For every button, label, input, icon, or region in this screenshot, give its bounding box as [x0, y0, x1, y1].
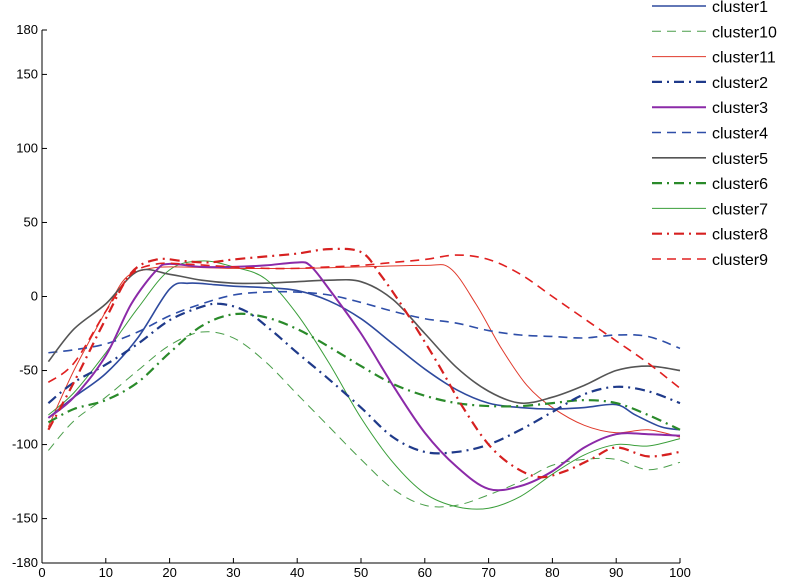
series-line-cluster3 — [47, 261, 681, 492]
y-tick-label: 150 — [16, 66, 38, 81]
y-tick-label: 0 — [31, 289, 38, 304]
x-tick-label: 0 — [38, 565, 45, 577]
legend-label-cluster5: cluster5 — [712, 151, 768, 168]
series-line-cluster10 — [48, 331, 681, 508]
y-tick-label: -180 — [12, 555, 38, 570]
series-line-cluster2 — [47, 302, 681, 455]
legend-label-cluster9: cluster9 — [712, 252, 768, 269]
x-tick-label: 70 — [481, 565, 495, 577]
legend-label-cluster4: cluster4 — [712, 126, 768, 143]
x-tick-label: 40 — [290, 565, 304, 577]
legend-label-cluster3: cluster3 — [712, 100, 768, 117]
x-tick-label: 50 — [354, 565, 368, 577]
y-tick-label: 100 — [16, 140, 38, 155]
x-tick-label: 10 — [99, 565, 113, 577]
y-tick-label: 180 — [16, 22, 38, 37]
x-tick-label: 80 — [545, 565, 559, 577]
legend: cluster1 cluster10 cluster11 cluster2 cluste… — [652, 0, 777, 269]
x-tick-label: 90 — [609, 565, 623, 577]
legend-label-cluster7: cluster7 — [712, 201, 768, 218]
series-line-cluster1 — [47, 282, 681, 431]
y-tick-label: 50 — [24, 214, 38, 229]
y-tick-label: -50 — [19, 363, 38, 378]
legend-label-cluster11: cluster11 — [712, 50, 776, 67]
legend-label-cluster10: cluster10 — [712, 24, 777, 41]
legend-label-cluster1: cluster1 — [712, 0, 768, 16]
y-tick-label: -150 — [12, 511, 38, 526]
legend-label-cluster6: cluster6 — [712, 176, 768, 193]
x-tick-label: 30 — [226, 565, 240, 577]
x-tick-label: 60 — [418, 565, 432, 577]
x-tick-label: 20 — [162, 565, 176, 577]
series-line-cluster5 — [47, 268, 681, 405]
line-chart: 180150100500-50-100-150-1800 10 20 30 40 50 60… — [12, 0, 777, 577]
legend-label-cluster2: cluster2 — [712, 75, 768, 92]
series-layer — [47, 247, 681, 510]
y-tick-label: -100 — [12, 437, 38, 452]
x-tick-label: 100 — [669, 565, 691, 577]
legend-label-cluster8: cluster8 — [712, 227, 768, 244]
